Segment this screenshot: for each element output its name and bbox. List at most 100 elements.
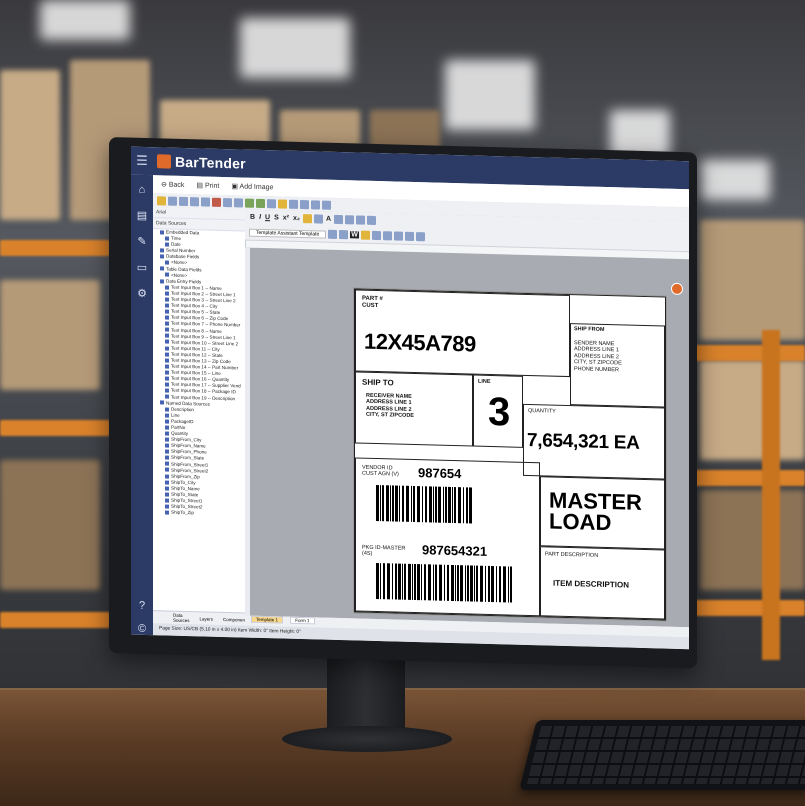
zoom-icon[interactable] — [267, 198, 276, 208]
data-source-tree: Embedded Data Time Date Serial Number Databa… — [153, 229, 245, 518]
tree-item-label: Embedded Data — [166, 229, 200, 236]
app-title: BarTender — [175, 153, 246, 172]
back-button[interactable]: ⊖ Back — [161, 180, 184, 189]
cut-icon[interactable] — [212, 197, 221, 207]
item-description: ITEM DESCRIPTION — [553, 578, 630, 590]
zoom-in-icon[interactable] — [328, 229, 338, 239]
ship-from-cell[interactable]: SHIP FROM SENDER NAME ADDRESS LINE 1 ADD… — [570, 323, 665, 408]
pointer-icon[interactable] — [278, 198, 287, 209]
database-icon[interactable] — [190, 196, 199, 206]
field-icon — [165, 364, 169, 369]
field-icon — [165, 358, 169, 363]
design-icon[interactable]: ✎ — [131, 231, 153, 254]
strikethrough-button[interactable]: S — [273, 214, 280, 221]
tree-item-label: <None> — [171, 260, 188, 266]
zoom-out-icon[interactable] — [339, 230, 349, 240]
field-icon — [165, 291, 169, 296]
field-icon — [165, 382, 169, 387]
tab-form-1[interactable]: Form 1 — [290, 616, 315, 625]
field-icon — [165, 455, 169, 460]
print-button[interactable]: ▤ Print — [196, 181, 219, 190]
tab-data-sources[interactable]: Data Sources — [173, 613, 190, 623]
layout-icon[interactable] — [356, 215, 366, 225]
field-icon — [165, 297, 169, 302]
left-nav-rail: ⌂ ▤ ✎ ▭ ⚙ ? © — [131, 174, 153, 636]
line-cell[interactable]: LINE 3 — [473, 374, 523, 448]
part-description-cell[interactable]: PART DESCRIPTION ITEM DESCRIPTION — [540, 546, 665, 620]
tab-template-1[interactable]: Template 1 — [251, 615, 284, 624]
line-tool-icon[interactable] — [322, 200, 331, 210]
template-selector[interactable]: Template Assistant Template — [249, 228, 327, 239]
align-right-icon[interactable] — [382, 231, 392, 241]
group-icon[interactable] — [415, 232, 425, 242]
italic-button[interactable]: I — [258, 214, 262, 221]
rotate-icon[interactable] — [345, 215, 355, 225]
field-icon — [165, 346, 169, 351]
quantity-cell[interactable]: QUANTITY 7,654,321 EA — [523, 403, 665, 480]
ship-to-cell[interactable]: SHIP TO RECEIVER NAME ADDRESS LINE 1 ADD… — [355, 371, 473, 447]
underline-button[interactable]: U — [264, 214, 271, 221]
align-center-icon[interactable] — [371, 230, 381, 241]
tree-item-label: ShipFrom_City — [171, 436, 202, 443]
tree-item-label: Named Data Sources — [166, 400, 210, 407]
app-logo: BarTender — [157, 153, 246, 172]
copyright-icon[interactable]: © — [131, 623, 153, 636]
vendor-pkg-cell[interactable]: VENDOR ID CUST AGN (V) 987654 PKG ID-MAS… — [355, 457, 540, 617]
field-icon — [160, 266, 164, 271]
home-icon[interactable]: ⌂ — [131, 179, 153, 202]
field-icon — [160, 400, 164, 405]
notification-icon[interactable] — [671, 282, 683, 296]
tree-item-label: ShipTo_State — [171, 491, 199, 498]
distribute-icon[interactable] — [404, 231, 414, 241]
align-left-icon[interactable] — [360, 230, 370, 240]
align-icon[interactable] — [334, 214, 344, 225]
part-number-cell[interactable]: PART # CUST 12X45A789 — [355, 289, 570, 378]
tree-item-label: ShipTo_Zip — [171, 509, 194, 516]
field-icon — [165, 285, 169, 290]
superscript-button[interactable]: x² — [282, 215, 290, 222]
tab-layers[interactable]: Layers — [200, 616, 214, 621]
field-icon — [165, 309, 169, 314]
print-icon[interactable]: ▤ — [131, 205, 153, 228]
master-load-cell[interactable]: MASTER LOAD — [540, 476, 665, 550]
wordwrap-button[interactable]: W — [350, 231, 359, 239]
shape-tool-icon[interactable] — [311, 199, 320, 210]
add-image-button[interactable]: ▣ Add Image — [231, 182, 273, 191]
tree-item-label: ShipTo_Street1 — [171, 497, 203, 504]
font-color-button[interactable]: A — [325, 216, 332, 223]
field-icon — [160, 254, 164, 259]
arrange-icon[interactable] — [367, 215, 377, 225]
tree-item-label: ShipFrom_Phone — [171, 448, 207, 455]
open-icon[interactable] — [157, 195, 166, 205]
shipping-label[interactable]: PART # CUST 12X45A789 SHIP FROM SENDER N… — [354, 288, 666, 621]
paste-icon[interactable] — [234, 197, 243, 208]
barcode-icon[interactable] — [314, 214, 323, 224]
menu-icon[interactable]: ☰ — [131, 153, 153, 170]
help-icon[interactable]: ? — [131, 600, 153, 613]
folder-icon[interactable]: ▭ — [131, 257, 153, 280]
barcode-tool-icon[interactable] — [300, 199, 309, 209]
field-icon — [165, 406, 169, 412]
tree-item-label: Description — [171, 406, 194, 412]
pkg-barcode — [376, 562, 514, 603]
vendor-barcode — [376, 484, 476, 524]
tree-item-label: <None> — [171, 272, 188, 278]
subscript-button[interactable]: x₂ — [292, 215, 301, 222]
text-tool-icon[interactable] — [289, 199, 298, 209]
ship-to-address: RECEIVER NAME ADDRESS LINE 1 ADDRESS LIN… — [366, 392, 414, 420]
undo-icon[interactable] — [245, 198, 254, 208]
highlight-icon[interactable] — [303, 214, 312, 224]
tree-item[interactable]: ShipTo_Zip — [156, 510, 245, 518]
print-preview-icon[interactable] — [179, 196, 188, 206]
redo-icon[interactable] — [256, 198, 265, 208]
ship-from-caption: SHIP FROM — [574, 326, 605, 333]
field-icon — [160, 248, 164, 253]
settings-icon[interactable]: ⚙ — [131, 283, 153, 306]
save-icon[interactable] — [168, 196, 177, 206]
copy-icon[interactable] — [223, 197, 232, 207]
bold-button[interactable]: B — [249, 214, 256, 221]
field-icon — [165, 443, 169, 448]
justify-icon[interactable] — [393, 231, 403, 241]
field-icon — [165, 413, 169, 418]
grid-icon[interactable] — [201, 196, 210, 207]
